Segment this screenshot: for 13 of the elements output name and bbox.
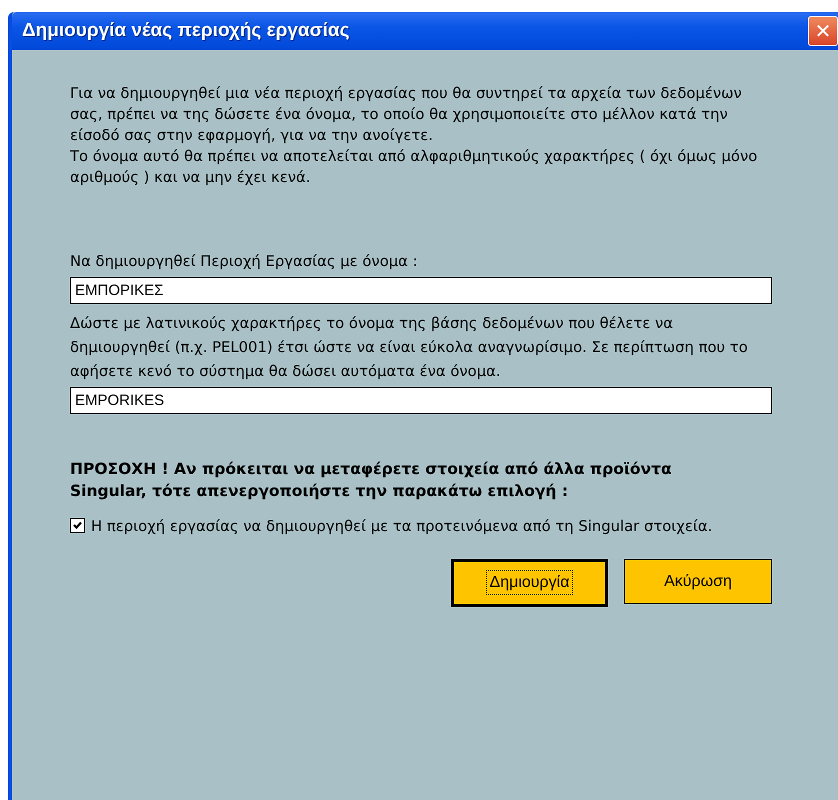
checkmark-icon	[71, 519, 84, 532]
cancel-button[interactable]: Ακύρωση	[624, 559, 772, 604]
field-label: Να δημιουργηθεί Περιοχή Εργασίας με όνομα :	[70, 252, 419, 272]
checkbox[interactable]	[70, 518, 85, 533]
warning-text: ΠΡΟΣΟΧΗ ! Αν πρόκειται να μεταφέρετε στοιχεία από άλλα προϊόντα Singular, τότε απενεργοποιήστε την παρακάτω επιλογή :	[70, 459, 673, 502]
database-name-field[interactable]: EMPORIKES	[70, 387, 772, 414]
window-title: Δημιουργία νέας περιοχής εργασίας	[21, 20, 350, 42]
name-field[interactable]: ΕΜΠΟΡΙΚΕΣ	[70, 277, 772, 304]
intro-text: Για να δημιουργηθεί μια νέα περιοχή εργασίας που θα συντηρεί τα αρχεία των δεδομένων σας, πρέπει να της δώσετε ένα όνομα, το οποίο θα χρησιμοποιείτε στο μέλλον κατά την είσοδό σας στην εφαρμογή, για να την ανοίγετε.	[70, 84, 743, 146]
intro-text: Το όνομα αυτό θα πρέπει να αποτελείται από αλφαριθμητικούς χαρακτήρες ( όχι όμως μόνο αριθμούς ) και να μην έχει κενά.	[70, 147, 758, 188]
create-button[interactable]: Δημιουργία	[451, 559, 608, 607]
hint-text: Δώστε με λατινικούς χαρακτήρες το όνομα της βάσης δεδομένων που θέλετε να δημιουργηθεί (π.χ. PEL001) έτσι ώστε να είναι εύκολα αναγνωρίσιμο. Σε περίπτωση που το αφήσετε κενό το σύστημα θα δώσει αυτόματα ένα όνομα.	[70, 314, 749, 382]
checkbox-label: Η περιοχή εργασίας να δημιουργηθεί με τα προτεινόμενα από τη Singular στοιχεία.	[91, 517, 714, 537]
